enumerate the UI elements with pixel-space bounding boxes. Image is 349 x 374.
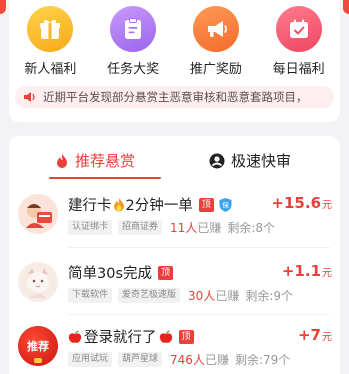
reward-amount: +1.1元 (282, 261, 332, 280)
task-title-text: 简单30s完成 (68, 266, 153, 282)
header-accent-right (343, 0, 349, 14)
notice-text: 近期平台发现部分悬赏主恶意审核和恶意套路项目， (43, 90, 308, 104)
task-avatar (18, 194, 58, 234)
task-tag: 爱奇艺极速版 (118, 288, 181, 303)
quick-entry-label: 每日福利 (272, 62, 325, 77)
reward-value: +7 (297, 326, 321, 344)
quick-entry-card: 新人福利 任务大奖 推广奖励 每日福利 近期平台发现部分悬赏主恶意审核和恶意套路… (9, 0, 340, 122)
task-meta: 应用试玩 葫芦星球 746人 已赚 剩余:79个 (68, 351, 290, 368)
task-list-card: 推荐悬赏 极速快审 建行卡 2分钟一单 顶 保 认证绑卡 招商证券 11人 已赚… (9, 136, 340, 374)
reward-amount: +15.6元 (271, 193, 332, 212)
tab-fast-review-label: 极速快审 (231, 152, 292, 170)
earned-suffix: 已赚 (204, 353, 229, 367)
task-title: 建行卡 2分钟一单 顶 保 (68, 194, 233, 215)
top-badge: 顶 (158, 265, 174, 280)
fire-emoji-icon (113, 197, 125, 212)
user-audit-icon (209, 153, 225, 169)
reward-unit: 元 (322, 268, 332, 279)
task-tag: 招商证券 (118, 220, 163, 235)
task-tag: 认证绑卡 (68, 220, 113, 235)
quick-entry-promotion[interactable]: 推广奖励 (175, 6, 258, 77)
task-title-text: 建行卡 (68, 198, 112, 214)
quick-entry-task-prize[interactable]: 任务大奖 (92, 6, 175, 77)
earned-count: 30人 (188, 289, 216, 303)
quick-entry-label: 任务大奖 (107, 62, 160, 77)
task-tag: 应用试玩 (68, 352, 113, 367)
megaphone-icon (192, 6, 239, 52)
tab-underline (49, 177, 161, 179)
shield-verified-icon: 保 (218, 197, 233, 213)
remaining-count: 剩余:9个 (245, 289, 294, 303)
top-badge: 顶 (178, 329, 194, 344)
quick-entry-label: 推广奖励 (189, 62, 242, 77)
quick-entry-daily[interactable]: 每日福利 (257, 6, 340, 77)
hot-mark-icon (34, 358, 42, 363)
task-title: 登录就行了 顶 (68, 326, 194, 347)
tab-fast-review[interactable]: 极速快审 (209, 150, 291, 171)
speaker-icon (23, 91, 37, 103)
reward-unit: 元 (322, 332, 332, 343)
quick-entry-row: 新人福利 任务大奖 推广奖励 每日福利 (9, 6, 340, 77)
task-meta: 认证绑卡 招商证券 11人 已赚 剩余:8个 (68, 219, 275, 236)
earned-count: 11人 (170, 221, 198, 235)
earned-suffix: 已赚 (215, 289, 240, 303)
header-accent-left (0, 0, 6, 14)
earned-suffix: 已赚 (197, 221, 222, 235)
task-title: 简单30s完成 顶 (68, 262, 174, 283)
remaining-count: 剩余:79个 (234, 353, 291, 367)
task-item[interactable]: 简单30s完成 顶 下载软件 爱奇艺极速版 30人 已赚 剩余:9个 +1.1元 (9, 260, 340, 318)
task-list-icon (110, 6, 157, 52)
avatar-recommend-text: 推荐 (27, 340, 49, 353)
task-tag: 下载软件 (68, 288, 113, 303)
notice-bar[interactable]: 近期平台发现部分悬赏主恶意审核和恶意套路项目， (15, 86, 334, 108)
quick-entry-label: 新人福利 (24, 62, 77, 77)
task-item[interactable]: 推荐 登录就行了 顶 应用试玩 葫芦星球 746人 已赚 剩余:79个 +7元 (9, 324, 340, 374)
tab-recommended[interactable]: 推荐悬赏 (55, 150, 135, 171)
task-meta: 下载软件 爱奇艺极速版 30人 已赚 剩余:9个 (68, 287, 293, 304)
task-avatar (18, 262, 58, 302)
task-title-text-2: 2分钟一单 (125, 198, 193, 214)
top-badge: 顶 (198, 197, 214, 212)
quick-entry-new-user[interactable]: 新人福利 (9, 6, 92, 77)
task-item[interactable]: 建行卡 2分钟一单 顶 保 认证绑卡 招商证券 11人 已赚 剩余:8个 +15… (9, 192, 340, 250)
tab-recommended-label: 推荐悬赏 (75, 152, 136, 170)
gift-icon (27, 6, 74, 52)
divider (68, 314, 330, 315)
divider (68, 247, 330, 248)
reward-unit: 元 (322, 200, 332, 211)
svg-text:保: 保 (222, 200, 229, 209)
task-avatar: 推荐 (18, 326, 58, 366)
task-tag: 葫芦星球 (118, 352, 163, 367)
calendar-check-icon (275, 6, 322, 52)
earned-count: 746人 (170, 353, 205, 367)
reward-value: +1.1 (281, 262, 321, 280)
task-title-text: 登录就行了 (84, 330, 157, 346)
flame-icon (55, 153, 69, 169)
apple-icon (159, 329, 173, 344)
apple-icon (68, 329, 82, 344)
reward-value: +15.6 (271, 194, 321, 212)
remaining-count: 剩余:8个 (227, 221, 276, 235)
reward-amount: +7元 (298, 325, 332, 344)
